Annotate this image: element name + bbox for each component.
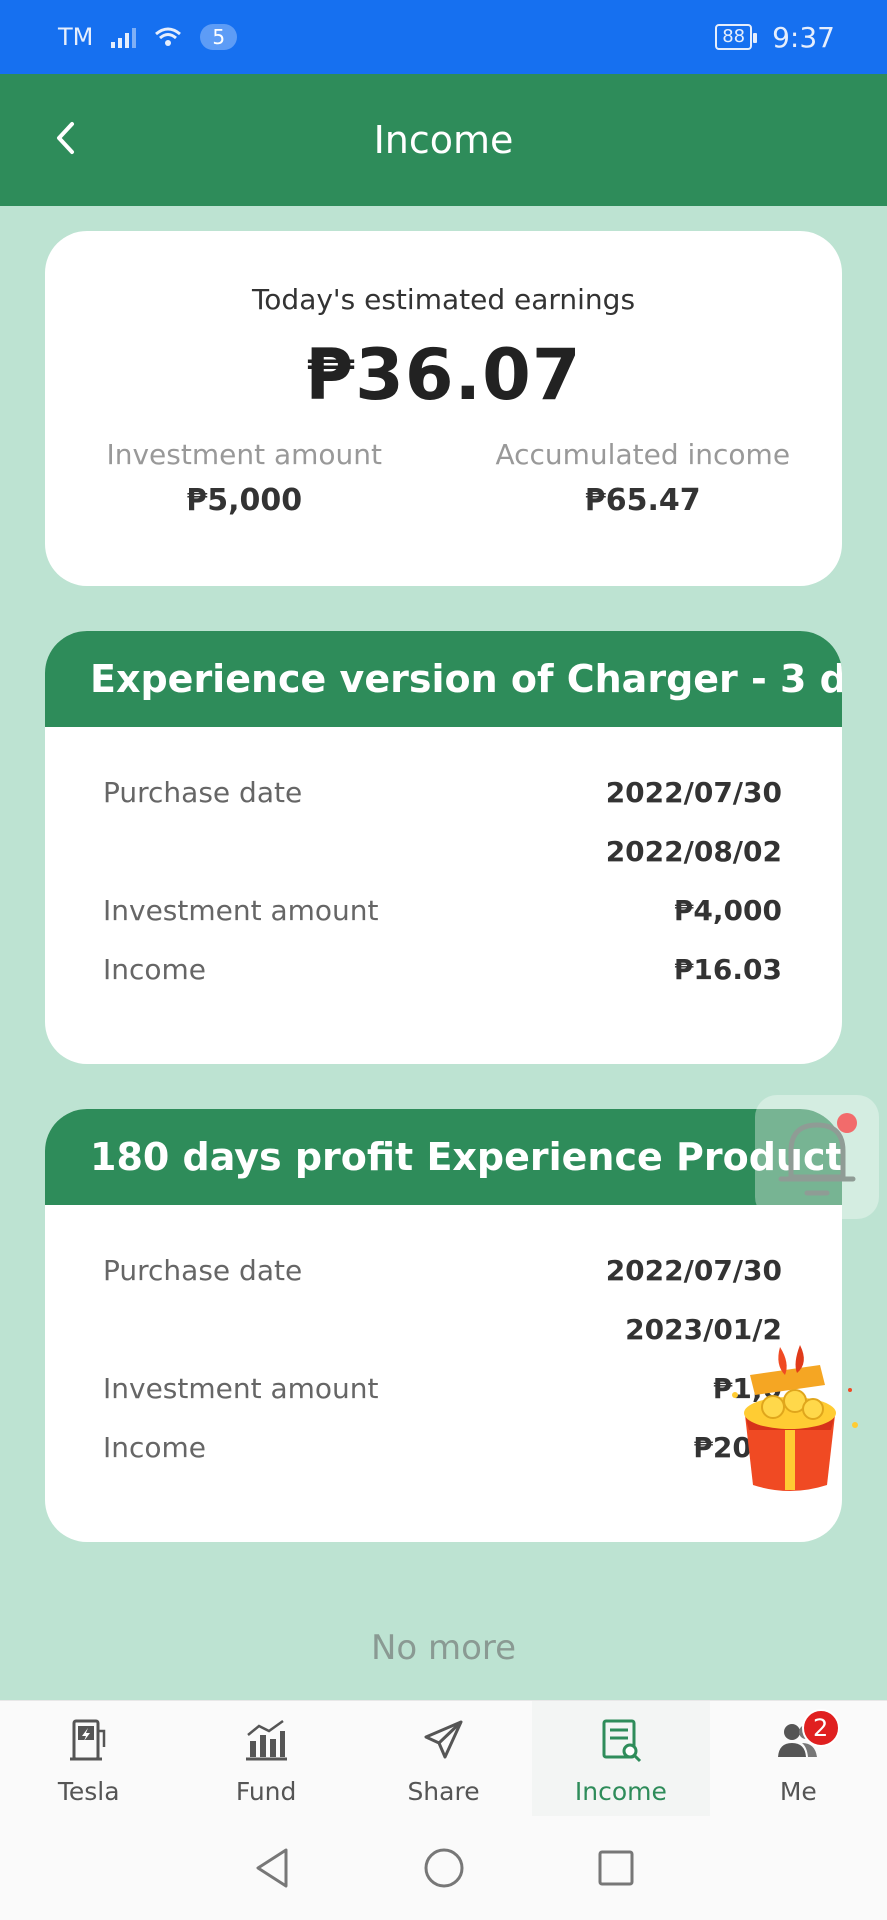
income-row: Income ₱16.03: [103, 940, 782, 999]
today-earnings-label: Today's estimated earnings: [251, 283, 636, 316]
end-date-value: 2022/08/02: [605, 835, 782, 868]
nav-label-fund: Fund: [235, 1777, 297, 1806]
nav-label-share: Share: [407, 1777, 480, 1806]
investment-stat: Investment amount ₱5,000: [45, 438, 444, 518]
purchase-date-label: Purchase date: [103, 776, 303, 809]
nav-item-share[interactable]: Share: [355, 1701, 532, 1816]
system-nav-bar: [0, 1816, 887, 1920]
wifi-count-badge: 5: [200, 24, 238, 50]
bell-icon: [778, 1113, 857, 1196]
nav-label-tesla: Tesla: [57, 1777, 120, 1806]
investment-row: Investment amount ₱1,0: [103, 1359, 782, 1418]
back-triangle-icon[interactable]: [252, 1846, 292, 1890]
bottom-nav: Tesla Fund Share Income 2 Me: [0, 1700, 887, 1816]
income-doc-icon: [602, 1719, 641, 1763]
investment-amount-label: Investment amount: [103, 1372, 379, 1405]
page-title: Income: [373, 118, 514, 162]
nav-item-me[interactable]: 2 Me: [710, 1701, 887, 1816]
accumulated-income-label: Accumulated income: [495, 438, 791, 471]
gift-box-icon: [732, 1345, 858, 1491]
product-title: 180 days profit Experience Product: [45, 1109, 842, 1205]
nav-item-income[interactable]: Income: [532, 1701, 710, 1816]
purchase-date-label: Purchase date: [103, 1254, 303, 1287]
income-label: Income: [103, 1431, 207, 1464]
status-left: TM 5: [58, 23, 238, 51]
recents-square-icon[interactable]: [596, 1848, 636, 1888]
battery-icon: 88: [715, 24, 758, 50]
status-right: 88 9:37: [715, 21, 835, 54]
back-button[interactable]: [40, 108, 90, 168]
purchase-date-row: Purchase date 2022/07/30: [103, 1241, 782, 1300]
wifi-icon: [155, 27, 182, 46]
home-circle-icon[interactable]: [422, 1846, 466, 1890]
income-label: Income: [103, 953, 207, 986]
bar-chart-icon: [246, 1719, 288, 1761]
product-details: Purchase date 2022/07/30 2022/08/02 Inve…: [45, 727, 842, 999]
nav-label-income: Income: [574, 1777, 667, 1806]
carrier-label: TM: [58, 23, 94, 51]
today-earnings-value: ₱36.07: [305, 334, 582, 416]
status-bar: TM 5 88 9:37: [0, 0, 887, 74]
purchase-date-row: Purchase date 2022/07/30: [103, 763, 782, 822]
investment-amount-label: Investment amount: [106, 438, 383, 471]
summary-stats-row: Investment amount ₱5,000 Accumulated inc…: [45, 438, 842, 518]
app-header: Income: [0, 74, 887, 206]
end-date-row: 2022/08/02: [103, 822, 782, 881]
signal-icon: [111, 26, 137, 48]
income-value: ₱16.03: [673, 953, 782, 986]
end-date-row: 2023/01/2: [103, 1300, 782, 1359]
notification-bell-button[interactable]: [755, 1095, 879, 1219]
nav-label-me: Me: [779, 1777, 817, 1806]
product-title: Experience version of Charger - 3 d...: [45, 631, 842, 727]
accumulated-stat: Accumulated income ₱65.47: [444, 438, 843, 518]
paper-plane-icon: [424, 1720, 463, 1759]
investment-amount-label: Investment amount: [103, 894, 379, 927]
charger-icon: [69, 1719, 105, 1761]
notification-count-badge: 2: [801, 1709, 840, 1747]
gift-box-button[interactable]: [705, 1335, 875, 1505]
income-row: Income ₱20.0: [103, 1418, 782, 1477]
nav-item-tesla[interactable]: Tesla: [0, 1701, 177, 1816]
purchase-date-value: 2022/07/30: [605, 1254, 782, 1287]
product-card[interactable]: Experience version of Charger - 3 d... P…: [45, 631, 842, 1064]
investment-row: Investment amount ₱4,000: [103, 881, 782, 940]
nav-item-fund[interactable]: Fund: [177, 1701, 354, 1816]
end-of-list-label: No more: [370, 1628, 517, 1668]
earnings-summary-card: Today's estimated earnings ₱36.07 Invest…: [45, 231, 842, 586]
clock: 9:37: [772, 20, 835, 54]
investment-amount-value: ₱5,000: [186, 483, 303, 518]
investment-amount-value: ₱4,000: [673, 894, 782, 927]
purchase-date-value: 2022/07/30: [605, 776, 782, 809]
accumulated-income-value: ₱65.47: [584, 483, 701, 518]
chevron-left-icon: [57, 122, 74, 154]
